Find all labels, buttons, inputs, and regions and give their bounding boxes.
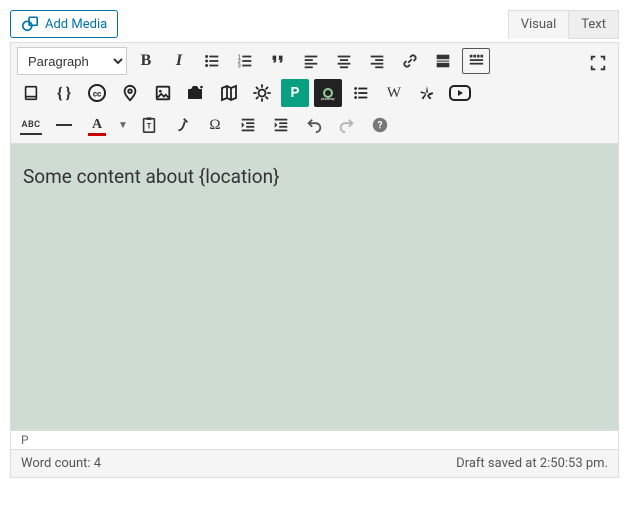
- toolbar-toggle-button[interactable]: [462, 48, 490, 74]
- svg-text:cc: cc: [93, 90, 101, 99]
- svg-text:T: T: [147, 122, 152, 131]
- indent-button[interactable]: [267, 111, 295, 139]
- text-color-button[interactable]: A: [83, 111, 111, 139]
- link-button[interactable]: [396, 47, 424, 75]
- editor-content: Some content about {location}: [23, 164, 606, 191]
- clear-formatting-button[interactable]: [168, 111, 196, 139]
- special-character-button[interactable]: Ω: [201, 111, 229, 139]
- status-bar: Word count: 4 Draft saved at 2:50:53 pm.: [10, 450, 619, 478]
- tab-text[interactable]: Text: [568, 10, 619, 39]
- format-select[interactable]: Paragraph: [17, 47, 127, 75]
- content-editor[interactable]: Some content about {location}: [10, 144, 619, 431]
- read-more-button[interactable]: [429, 47, 457, 75]
- strikethrough-button[interactable]: ABC: [17, 111, 45, 139]
- help-button[interactable]: ?: [366, 111, 394, 139]
- yelp-icon[interactable]: [413, 79, 441, 107]
- youtube-icon[interactable]: [446, 79, 474, 107]
- blockquote-button[interactable]: [264, 47, 292, 75]
- svg-text:pixabay: pixabay: [321, 96, 335, 101]
- brightness-icon[interactable]: [248, 79, 276, 107]
- align-center-button[interactable]: [330, 47, 358, 75]
- add-media-label: Add Media: [45, 17, 107, 32]
- undo-button[interactable]: [300, 111, 328, 139]
- align-left-button[interactable]: [297, 47, 325, 75]
- wikipedia-icon[interactable]: W: [380, 79, 408, 107]
- map-icon[interactable]: [215, 79, 243, 107]
- bold-button[interactable]: B: [132, 47, 160, 75]
- map-pin-icon[interactable]: [116, 79, 144, 107]
- fullscreen-button[interactable]: [584, 49, 612, 77]
- pexels-icon[interactable]: P: [281, 79, 309, 107]
- add-media-button[interactable]: Add Media: [10, 10, 118, 38]
- pixabay-icon[interactable]: pixabay: [314, 79, 342, 107]
- outdent-button[interactable]: [234, 111, 262, 139]
- italic-button[interactable]: I: [165, 47, 193, 75]
- element-path[interactable]: P: [10, 431, 619, 450]
- editor-toolbar: Paragraph B I 123: [10, 42, 619, 144]
- align-right-button[interactable]: [363, 47, 391, 75]
- list-check-icon[interactable]: [347, 79, 375, 107]
- redo-button[interactable]: [333, 111, 361, 139]
- bullet-list-button[interactable]: [198, 47, 226, 75]
- camera-icon[interactable]: [182, 79, 210, 107]
- numbered-list-button[interactable]: 123: [231, 47, 259, 75]
- creative-commons-icon[interactable]: cc: [83, 79, 111, 107]
- horizontal-rule-button[interactable]: [50, 111, 78, 139]
- paste-text-button[interactable]: T: [135, 111, 163, 139]
- image-icon[interactable]: [149, 79, 177, 107]
- media-icon: [21, 15, 39, 33]
- svg-text:?: ?: [378, 121, 383, 132]
- editor-tabs: Visual Text: [508, 10, 619, 39]
- code-braces-icon[interactable]: { }: [50, 79, 78, 107]
- text-color-dropdown[interactable]: ▼: [116, 111, 130, 139]
- tab-visual[interactable]: Visual: [508, 10, 570, 39]
- word-count: Word count: 4: [21, 456, 101, 471]
- draft-saved: Draft saved at 2:50:53 pm.: [456, 456, 608, 471]
- book-icon[interactable]: [17, 79, 45, 107]
- svg-text:3: 3: [238, 63, 241, 69]
